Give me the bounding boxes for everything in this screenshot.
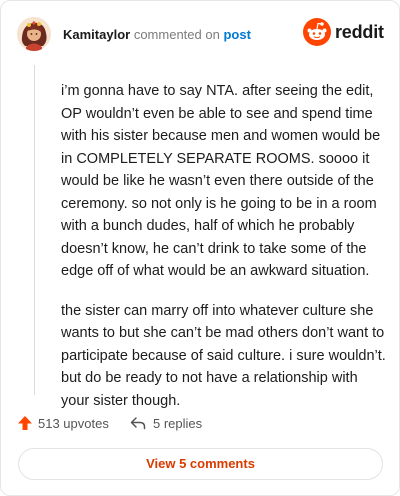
reply-count: 5 replies <box>153 415 203 431</box>
upvote-count: 513 upvotes <box>38 415 109 431</box>
upvote-arrow-icon <box>18 416 32 430</box>
comment-body: i’m gonna have to say NTA. after seeing … <box>61 80 387 429</box>
commented-on-text: commented on <box>133 27 220 42</box>
comment-header: Kamitaylor commented on post reddit <box>17 17 384 53</box>
reddit-alien-icon <box>303 18 331 46</box>
thread-line[interactable] <box>34 65 35 395</box>
comment-actions: 513 upvotes 5 replies <box>17 412 383 434</box>
replies-button[interactable]: 5 replies <box>130 412 202 434</box>
reddit-wordmark: reddit <box>335 22 384 42</box>
comment-paragraph-2: the sister can marry off into whatever c… <box>61 302 386 409</box>
author-name[interactable]: Kamitaylor <box>63 27 130 42</box>
upvote-button[interactable]: 513 upvotes <box>17 412 109 434</box>
comment-card: Kamitaylor commented on post reddit i’m … <box>0 0 400 496</box>
comment-paragraph-1: i’m gonna have to say NTA. after seeing … <box>61 83 381 279</box>
avatar[interactable] <box>17 17 51 51</box>
author-line: Kamitaylor commented on post <box>63 27 251 42</box>
view-comments-button[interactable]: View 5 comments <box>18 448 383 480</box>
reply-arrow-icon <box>130 417 146 430</box>
avatar-illustration-icon <box>17 17 51 51</box>
post-link[interactable]: post <box>223 27 250 42</box>
reddit-logo[interactable]: reddit <box>303 18 384 48</box>
